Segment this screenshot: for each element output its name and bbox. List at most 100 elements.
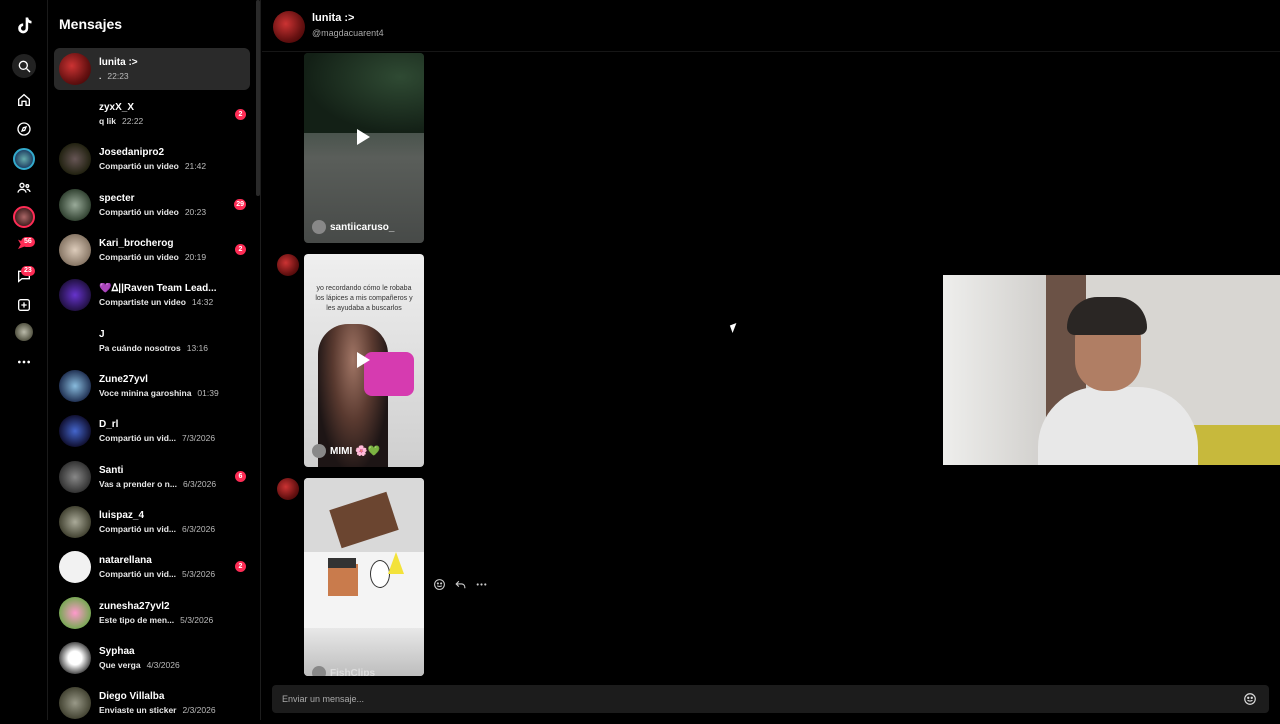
video-thumbnail	[304, 53, 424, 133]
conversation-item[interactable]: Josedanipro2 Compartió un video 21:42	[54, 138, 250, 180]
conversation-item[interactable]: zunesha27yvl2 Este tipo de men... 5/3/202…	[54, 592, 250, 634]
following-avatar-icon[interactable]	[13, 148, 35, 170]
message-actions	[433, 578, 488, 596]
message-input[interactable]	[282, 685, 1222, 713]
conversation-item[interactable]: Diego Villalba Enviaste un sticker 2/3/20…	[54, 682, 250, 724]
more-options-icon[interactable]	[475, 578, 488, 596]
mouse-cursor-icon	[729, 323, 740, 333]
conversation-preview: Voce minina garoshina 01:39	[99, 388, 219, 398]
conversation-name: Kari_brocherog	[99, 238, 174, 249]
conversation-name: Santi	[99, 465, 124, 476]
chat-avatar[interactable]	[273, 11, 305, 43]
conversation-preview: Pa cuándo nosotros 13:16	[99, 343, 208, 353]
conversation-preview: Compartió un video 20:19	[99, 252, 207, 262]
conversation-item[interactable]: luispaz_4 Compartió un vid... 6/3/2026	[54, 501, 250, 543]
video-author: FishClips	[312, 666, 375, 676]
webcam-overlay	[943, 275, 1280, 465]
avatar	[59, 98, 91, 130]
avatar	[59, 370, 91, 402]
conversation-preview: Vas a prender o n... 6/3/2026	[99, 479, 217, 489]
messages-title: Mensajes	[59, 16, 123, 32]
cartoon-figure	[328, 564, 358, 596]
play-icon[interactable]	[357, 352, 370, 368]
avatar	[59, 189, 91, 221]
avatar	[59, 234, 91, 266]
avatar	[59, 279, 91, 311]
profile-avatar-icon[interactable]	[15, 323, 33, 341]
webcam-person-hair	[1067, 297, 1147, 335]
conversation-name: Zune27yvl	[99, 374, 148, 385]
conversation-preview: . 22:23	[99, 71, 129, 81]
conversation-item[interactable]: Zune27yvl Voce minina garoshina 01:39	[54, 365, 250, 407]
conversation-preview: Compartió un vid... 5/3/2026	[99, 569, 216, 579]
unread-badge: 2	[235, 244, 246, 255]
video-author: santiicaruso_	[312, 220, 394, 234]
conversation-item[interactable]: Santi Vas a prender o n... 6/3/2026 6	[54, 456, 250, 498]
activity-badge: 23	[21, 266, 35, 276]
conversation-name: natarellana	[99, 555, 152, 566]
video-cup	[364, 352, 414, 396]
avatar	[59, 506, 91, 538]
conversation-item[interactable]: Syphaa Que verga 4/3/2026	[54, 637, 250, 679]
chat-user-handle[interactable]: @magdacuarent4	[312, 28, 384, 38]
shared-video-card[interactable]: FishClips	[304, 478, 424, 676]
video-author: MIMI 🌸💚	[312, 444, 380, 458]
avatar	[59, 143, 91, 175]
conversation-name: lunita :>	[99, 57, 138, 68]
conversation-preview: q lik 22:22	[99, 116, 144, 126]
conversation-preview: Compartió un video 21:42	[99, 161, 207, 171]
conversation-name: J	[99, 329, 105, 340]
shared-video-card[interactable]: yo recordando cómo le robaba los lápices…	[304, 254, 424, 467]
author-avatar	[312, 666, 326, 676]
friends-icon[interactable]	[12, 176, 36, 200]
conversation-preview: Que verga 4/3/2026	[99, 660, 180, 670]
author-avatar	[312, 220, 326, 234]
tiktok-logo-icon[interactable]	[12, 13, 36, 37]
conversation-item[interactable]: Kari_brocherog Compartió un video 20:19 2	[54, 229, 250, 271]
emoji-icon[interactable]	[1243, 692, 1257, 706]
conversation-item[interactable]: zyxX_X q lik 22:22 2	[54, 93, 250, 135]
conversation-preview: Enviaste un sticker 2/3/2026	[99, 705, 216, 715]
avatar	[59, 551, 91, 583]
avatar	[59, 53, 91, 85]
home-icon[interactable]	[12, 88, 36, 112]
conversation-item[interactable]: J Pa cuándo nosotros 13:16	[54, 320, 250, 362]
conversation-preview: Compartió un vid... 6/3/2026	[99, 524, 216, 534]
react-icon[interactable]	[433, 578, 446, 596]
conversation-item[interactable]: 💜ᐃ||Raven Team Lead... Compartiste un vi…	[54, 274, 250, 316]
conversation-preview: Compartió un video 20:23	[99, 207, 207, 217]
reply-icon[interactable]	[454, 578, 467, 596]
conversation-name: zyxX_X	[99, 102, 135, 113]
sidebar-scrollbar[interactable]	[256, 0, 260, 196]
conversation-name: Josedanipro2	[99, 147, 165, 158]
webcam-person-shirt	[1038, 387, 1198, 465]
chat-user-name[interactable]: lunita :>	[312, 12, 354, 24]
explore-icon[interactable]	[12, 117, 36, 141]
upload-icon[interactable]	[12, 293, 36, 317]
avatar	[59, 687, 91, 719]
live-avatar-icon[interactable]	[13, 206, 35, 228]
play-icon[interactable]	[357, 129, 370, 145]
conversation-item[interactable]: natarellana Compartió un vid... 5/3/2026 …	[54, 546, 250, 588]
conversation-preview: Este tipo de men... 5/3/2026	[99, 615, 214, 625]
conversation-name: specter	[99, 193, 135, 204]
avatar	[59, 461, 91, 493]
sender-avatar[interactable]	[277, 478, 299, 500]
search-icon[interactable]	[12, 54, 36, 78]
cartoon-figure	[370, 560, 390, 588]
author-avatar	[312, 444, 326, 458]
avatar	[59, 415, 91, 447]
video-caption: yo recordando cómo le robaba los lápices…	[315, 285, 413, 312]
conversation-item[interactable]: D_rl Compartió un vid... 7/3/2026	[54, 410, 250, 452]
shared-video-card[interactable]: santiicaruso_	[304, 53, 424, 243]
conversations-sidebar: Mensajes lunita :> . 22:23 zyxX_X q lik 22…	[48, 0, 261, 720]
message-composer	[272, 685, 1269, 713]
avatar	[59, 597, 91, 629]
more-icon[interactable]	[12, 350, 36, 374]
conversation-item[interactable]: specter Compartió un video 20:23 29	[54, 184, 250, 226]
conversation-name: luispaz_4	[99, 510, 145, 521]
conversation-item[interactable]: lunita :> . 22:23	[54, 48, 250, 90]
conversation-name: zunesha27yvl2	[99, 601, 170, 612]
sender-avatar[interactable]	[277, 254, 299, 276]
conversation-name: 💜ᐃ||Raven Team Lead...	[99, 283, 217, 294]
